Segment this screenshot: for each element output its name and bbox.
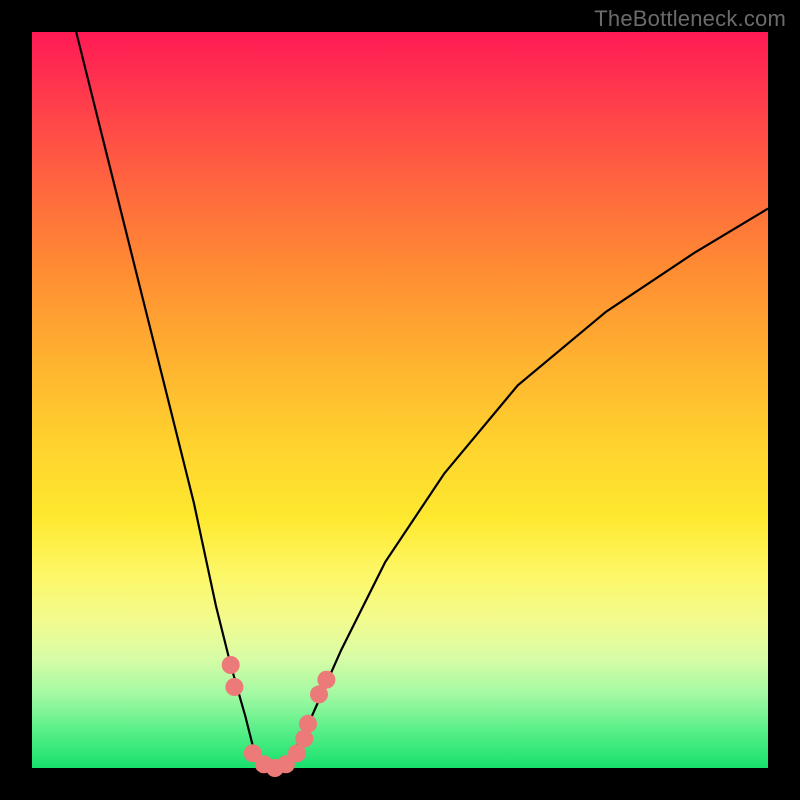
curve-marker-dot <box>222 656 240 674</box>
watermark-label: TheBottleneck.com <box>594 6 786 32</box>
curve-marker-dot <box>317 671 335 689</box>
chart-plot-area <box>32 32 768 768</box>
curve-marker-dot <box>225 678 243 696</box>
chart-svg <box>32 32 768 768</box>
curve-marker-dot <box>299 715 317 733</box>
chart-outer-frame: TheBottleneck.com <box>0 0 800 800</box>
curve-markers <box>222 656 336 777</box>
bottleneck-curve-line <box>76 32 768 768</box>
